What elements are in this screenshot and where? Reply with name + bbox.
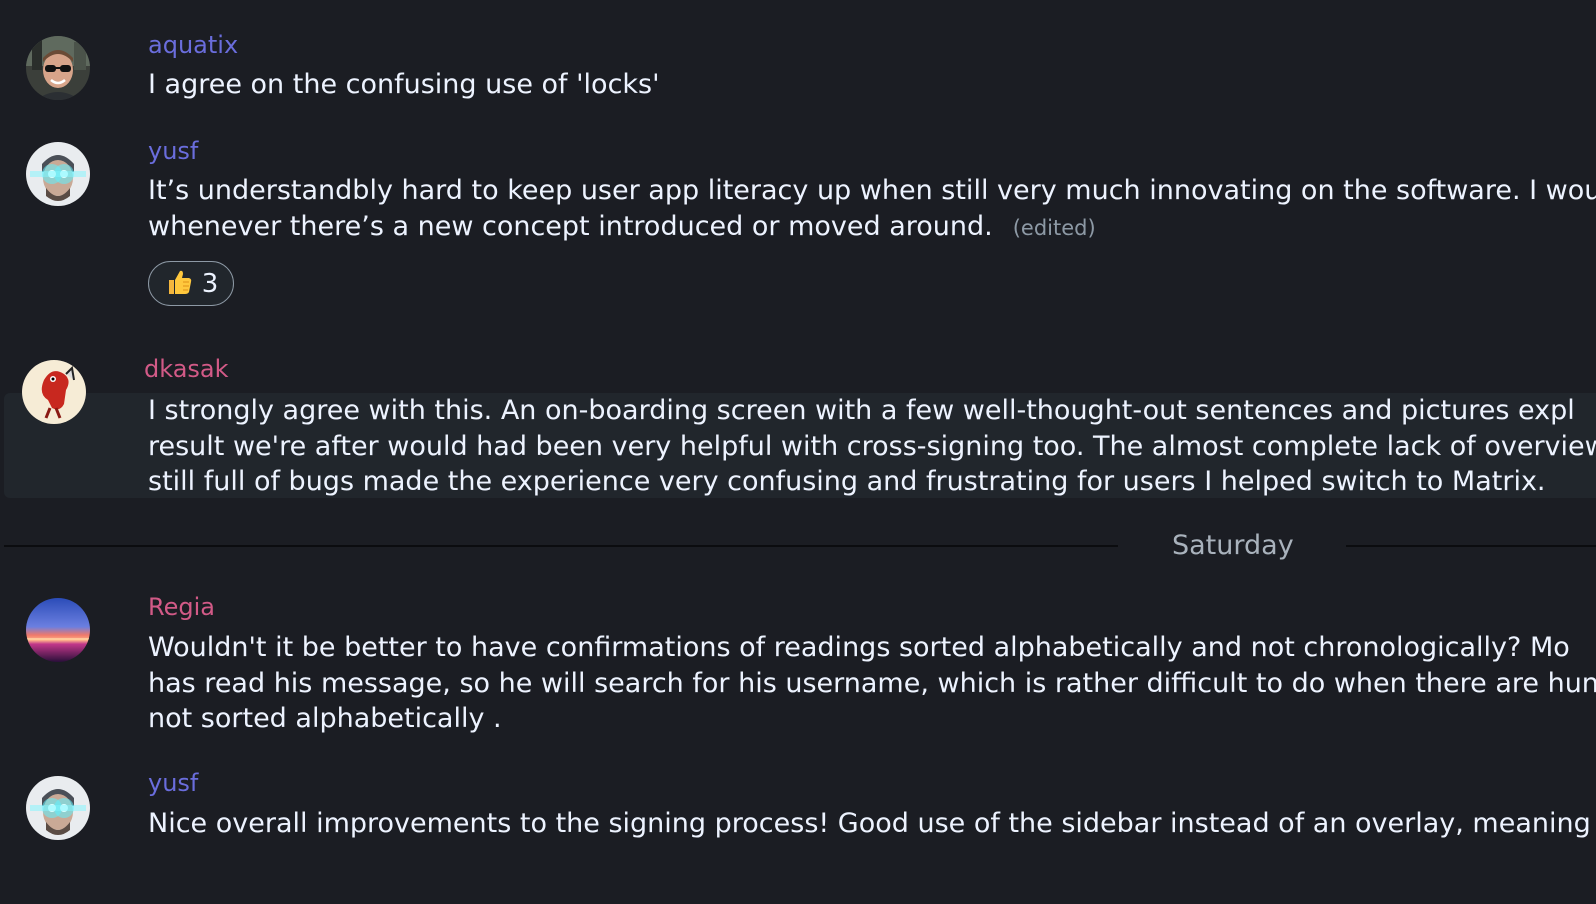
edited-label[interactable]: (edited)	[1013, 216, 1096, 240]
message-line: It’s understandbly hard to keep user app…	[148, 175, 1596, 206]
message-line: Wouldn't it be better to have confirmati…	[148, 632, 1570, 663]
avatar-glowing-eyes-icon	[26, 142, 90, 206]
message-line: not sorted alphabetically .	[148, 703, 502, 734]
avatar[interactable]	[26, 776, 90, 840]
reaction-thumbs-up-button[interactable]: 3	[148, 261, 234, 306]
avatar[interactable]	[26, 142, 90, 206]
message-body: I strongly agree with this. An on-boardi…	[148, 393, 1596, 500]
sender-name[interactable]: Regia	[148, 592, 215, 622]
message-body: It’s understandbly hard to keep user app…	[148, 173, 1596, 246]
sender-name[interactable]: yusf	[148, 768, 198, 798]
avatar[interactable]	[26, 598, 90, 662]
sender-name[interactable]: dkasak	[144, 354, 229, 384]
message-body: I agree on the confusing use of 'locks'	[148, 67, 660, 103]
message-tile[interactable]: Regia Wouldn't it be better to have conf…	[4, 592, 1596, 742]
avatar[interactable]	[22, 360, 86, 424]
message-tile[interactable]: aquatix I agree on the confusing use of …	[4, 30, 1596, 108]
avatar-glowing-eyes-icon	[26, 776, 90, 840]
message-line: still full of bugs made the experience v…	[148, 466, 1546, 497]
thumbs-up-icon	[164, 267, 194, 301]
date-separator: Saturday	[4, 528, 1596, 564]
message-tile-highlighted[interactable]: I strongly agree with this. An on-boardi…	[4, 393, 1596, 498]
sender-name[interactable]: yusf	[148, 136, 198, 166]
message-line-with-edited: whenever there’s a new concept introduce…	[148, 209, 1596, 247]
message-timeline: aquatix I agree on the confusing use of …	[0, 0, 1596, 904]
message-tile[interactable]: yusf It’s understandbly hard to keep use…	[4, 136, 1596, 316]
message-line: whenever there’s a new concept introduce…	[148, 210, 993, 242]
date-separator-label: Saturday	[1172, 530, 1294, 561]
avatar-red-creature-icon	[22, 360, 86, 424]
separator-rule	[1346, 545, 1596, 547]
reaction-count: 3	[201, 268, 219, 299]
sender-name[interactable]: aquatix	[148, 30, 238, 60]
message-body: Wouldn't it be better to have confirmati…	[148, 630, 1596, 737]
message-line: result we're after would had been very h…	[148, 430, 1596, 462]
avatar-sunset-icon	[26, 598, 90, 662]
message-tile[interactable]: yusf Nice overall improvements to the si…	[4, 768, 1596, 858]
message-line: I agree on the confusing use of 'locks'	[148, 69, 660, 100]
avatar-photo-icon	[26, 36, 90, 100]
message-line: has read his message, so he will search …	[148, 667, 1596, 699]
message-line: Nice overall improvements to the signing…	[148, 808, 1596, 839]
separator-rule	[4, 545, 1118, 547]
message-body: Nice overall improvements to the signing…	[148, 806, 1596, 842]
message-line: I strongly agree with this. An on-boardi…	[148, 395, 1575, 426]
avatar[interactable]	[26, 36, 90, 100]
